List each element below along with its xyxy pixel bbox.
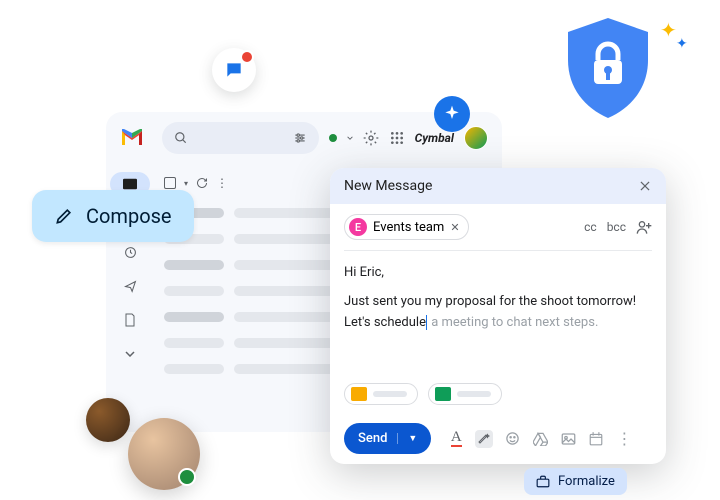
formalize-suggestion[interactable]: Formalize <box>524 468 627 495</box>
magic-wand-icon[interactable] <box>475 430 493 448</box>
send-options-caret-icon[interactable]: ▼ <box>397 433 417 444</box>
calendar-icon[interactable] <box>587 430 605 448</box>
body-greeting: Hi Eric, <box>344 263 652 284</box>
compose-header: New Message <box>330 168 666 204</box>
bcc-button[interactable]: bcc <box>607 220 626 234</box>
attachment-sheets[interactable] <box>428 383 502 405</box>
sparkle-icon: ✦ <box>660 18 677 42</box>
body-line2-suggestion: a meeting to chat next steps. <box>428 315 598 330</box>
chip-label: Events team <box>373 220 444 235</box>
more-icon[interactable]: ⋮ <box>216 176 228 190</box>
apps-grid-icon[interactable] <box>389 130 405 146</box>
drive-icon[interactable] <box>531 430 549 448</box>
close-icon[interactable] <box>638 179 652 193</box>
gmail-logo-icon <box>120 129 144 147</box>
message-body[interactable]: Hi Eric, Just sent you my proposal for t… <box>330 251 666 383</box>
header-right: Cymbal <box>329 126 488 150</box>
user-avatar[interactable] <box>464 126 488 150</box>
sparkle-icon: ✦ <box>676 36 688 52</box>
chevron-down-icon[interactable] <box>347 135 353 141</box>
sidebar-item-snoozed[interactable] <box>114 240 146 264</box>
contact-avatar[interactable] <box>86 398 130 442</box>
tune-icon[interactable] <box>293 131 307 145</box>
attachment-name-placeholder <box>457 391 491 397</box>
pencil-icon <box>54 206 74 226</box>
sheets-icon <box>435 387 451 401</box>
compose-title: New Message <box>344 178 432 194</box>
settings-icon[interactable] <box>363 130 379 146</box>
text-format-icon[interactable]: A <box>447 430 465 448</box>
compose-footer: Send ▼ A ⋮ <box>330 413 666 464</box>
send-button[interactable]: Send ▼ <box>344 423 431 454</box>
sparkle-icon <box>434 96 470 132</box>
attachments-row <box>330 383 666 413</box>
cc-button[interactable]: cc <box>584 220 597 234</box>
send-label: Send <box>358 431 387 446</box>
formalize-label: Formalize <box>558 474 615 489</box>
compose-button[interactable]: Compose <box>32 190 194 242</box>
body-line2-typed: Let's schedule <box>344 315 426 330</box>
attachment-slides[interactable] <box>344 383 418 405</box>
sidebar-item-sent[interactable] <box>114 274 146 298</box>
compose-label: Compose <box>86 204 172 228</box>
chevron-down-icon[interactable]: ▾ <box>184 179 188 188</box>
sidebar-item-more[interactable] <box>114 342 146 366</box>
emoji-icon[interactable] <box>503 430 521 448</box>
chip-avatar: E <box>349 218 367 236</box>
recipient-chip[interactable]: E Events team ✕ <box>344 214 469 240</box>
search-icon <box>174 131 188 145</box>
body-line1: Just sent you my proposal for the shoot … <box>344 292 652 313</box>
select-all-checkbox[interactable] <box>164 177 176 189</box>
refresh-icon[interactable] <box>196 177 208 189</box>
briefcase-icon <box>536 475 550 488</box>
chat-bubble-icon[interactable] <box>212 48 256 92</box>
add-recipient-icon[interactable] <box>636 220 652 234</box>
attachment-name-placeholder <box>373 391 407 397</box>
slides-icon <box>351 387 367 401</box>
recipients-row[interactable]: E Events team ✕ cc bcc <box>330 204 666 250</box>
contact-avatar[interactable] <box>128 418 200 490</box>
chip-remove-icon[interactable]: ✕ <box>450 221 459 234</box>
search-input[interactable] <box>162 122 319 154</box>
brand-label: Cymbal <box>415 131 454 145</box>
shield-lock-icon <box>564 18 652 118</box>
more-icon[interactable]: ⋮ <box>615 430 633 448</box>
sidebar-item-drafts[interactable] <box>114 308 146 332</box>
image-icon[interactable] <box>559 430 577 448</box>
compose-window: New Message E Events team ✕ cc bcc Hi Er… <box>330 168 666 464</box>
status-dot-icon <box>329 134 337 142</box>
